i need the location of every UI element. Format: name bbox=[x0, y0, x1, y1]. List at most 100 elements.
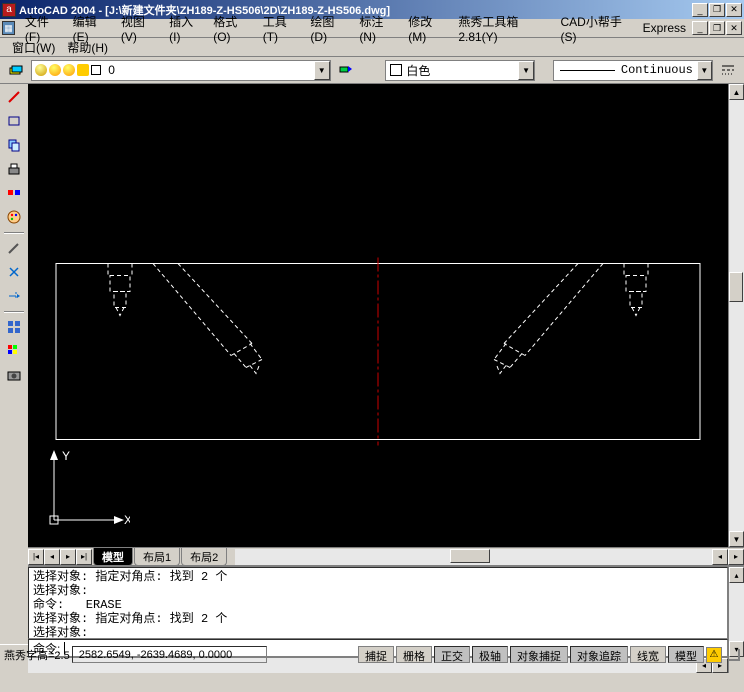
status-osnap-toggle[interactable]: 对象捕捉 bbox=[510, 646, 568, 663]
color-dropdown-btn[interactable]: ▼ bbox=[518, 61, 534, 80]
app-icon: a bbox=[2, 3, 16, 17]
document-window-buttons: _ ❐ ✕ bbox=[692, 21, 744, 35]
status-tray-icon[interactable]: ⚠ bbox=[706, 647, 722, 663]
status-otrack-toggle[interactable]: 对象追踪 bbox=[570, 646, 628, 663]
menu-view[interactable]: 视图(V) bbox=[115, 12, 163, 45]
tab-layout1[interactable]: 布局1 bbox=[134, 548, 180, 566]
status-coords[interactable]: 2582.6549, -2639.4689, 0.0000 bbox=[72, 646, 267, 663]
cmd-scroll-up[interactable]: ▴ bbox=[729, 567, 744, 583]
linetype-dropdown-btn[interactable]: ▼ bbox=[697, 61, 712, 80]
doc-minimize-button[interactable]: _ bbox=[692, 21, 708, 35]
maximize-button[interactable]: ❐ bbox=[709, 3, 725, 17]
layers-icon bbox=[8, 62, 24, 78]
layer-lock-icon bbox=[77, 64, 89, 76]
layout-tabs-row: |◂ ◂ ▸ ▸| 模型 布局1 布局2 ◂ ▸ bbox=[28, 547, 744, 565]
menu-insert[interactable]: 插入(I) bbox=[163, 12, 207, 45]
hscroll-left-button[interactable]: ◂ bbox=[712, 549, 728, 565]
menu-modify[interactable]: 修改(M) bbox=[402, 12, 452, 45]
tab-first-button[interactable]: |◂ bbox=[28, 549, 44, 565]
tab-next-button[interactable]: ▸ bbox=[60, 549, 76, 565]
status-grid-toggle[interactable]: 栅格 bbox=[396, 646, 432, 663]
colors-icon bbox=[6, 343, 22, 359]
tool-match-button[interactable] bbox=[3, 182, 25, 204]
tool-snapshot-button[interactable] bbox=[3, 364, 25, 386]
trim-icon bbox=[6, 264, 22, 280]
linetype-combo[interactable]: Continuous ▼ bbox=[553, 60, 713, 81]
status-lwt-toggle[interactable]: 线宽 bbox=[630, 646, 666, 663]
pencil-icon bbox=[6, 240, 22, 256]
layer-vpfreeze-icon bbox=[63, 64, 75, 76]
linetype-icon bbox=[720, 62, 736, 78]
tool-draw1-button[interactable] bbox=[3, 237, 25, 259]
tool-rectangle-button[interactable] bbox=[3, 110, 25, 132]
h-scroll-track[interactable] bbox=[235, 549, 712, 565]
layer-combo[interactable]: 0 ▼ bbox=[31, 60, 331, 81]
tab-last-button[interactable]: ▸| bbox=[76, 549, 92, 565]
menu-draw[interactable]: 绘图(D) bbox=[304, 12, 353, 45]
resize-grip[interactable] bbox=[728, 649, 740, 661]
tool-copy-button[interactable] bbox=[3, 134, 25, 156]
line-icon bbox=[6, 89, 22, 105]
close-button[interactable]: ✕ bbox=[726, 3, 742, 17]
scroll-thumb[interactable] bbox=[729, 272, 743, 302]
tool-grid-button[interactable] bbox=[3, 316, 25, 338]
cad-drawing bbox=[28, 84, 728, 547]
menu-format[interactable]: 格式(O) bbox=[207, 12, 257, 45]
menu-bar: ▦ 文件(F) 编辑(E) 视图(V) 插入(I) 格式(O) 工具(T) 绘图… bbox=[0, 19, 744, 38]
status-ortho-toggle[interactable]: 正交 bbox=[434, 646, 470, 663]
layer-previous-button[interactable] bbox=[335, 59, 358, 81]
status-snap-toggle[interactable]: 捕捉 bbox=[358, 646, 394, 663]
match-icon bbox=[6, 185, 22, 201]
print-icon bbox=[6, 161, 22, 177]
doc-close-button[interactable]: ✕ bbox=[726, 21, 742, 35]
camera-icon bbox=[6, 367, 22, 383]
tool-extend-button[interactable] bbox=[3, 285, 25, 307]
layer-manager-button[interactable] bbox=[4, 59, 27, 81]
layer-prev-icon bbox=[338, 62, 354, 78]
layer-name: 0 bbox=[104, 63, 314, 77]
menu-express[interactable]: Express bbox=[637, 20, 692, 36]
color-swatch bbox=[390, 64, 402, 76]
status-polar-toggle[interactable]: 极轴 bbox=[472, 646, 508, 663]
tool-line-button[interactable] bbox=[3, 86, 25, 108]
status-model-toggle[interactable]: 模型 bbox=[668, 646, 704, 663]
color-combo[interactable]: 白色 ▼ bbox=[385, 60, 535, 81]
menu-dimension[interactable]: 标注(N) bbox=[353, 12, 402, 45]
scroll-up-button[interactable]: ▲ bbox=[729, 84, 744, 100]
drawing-area[interactable]: Y X bbox=[28, 84, 728, 547]
layer-on-icon bbox=[35, 64, 47, 76]
linetype-manager-button[interactable] bbox=[717, 59, 740, 81]
tool-print-button[interactable] bbox=[3, 158, 25, 180]
grid-icon bbox=[6, 319, 22, 335]
tool-colors-button[interactable] bbox=[3, 340, 25, 362]
tab-prev-button[interactable]: ◂ bbox=[44, 549, 60, 565]
minimize-button[interactable]: _ bbox=[692, 3, 708, 17]
tool-trim-button[interactable] bbox=[3, 261, 25, 283]
window-buttons: _ ❐ ✕ bbox=[692, 3, 742, 17]
menu-window[interactable]: 窗口(W) bbox=[6, 38, 61, 57]
menu-yanxiu[interactable]: 燕秀工具箱2.81(Y) bbox=[452, 12, 554, 45]
menu-tools[interactable]: 工具(T) bbox=[257, 12, 305, 45]
linetype-name: Continuous bbox=[621, 63, 697, 77]
h-scroll-thumb[interactable] bbox=[450, 549, 490, 563]
tool-palette-button[interactable] bbox=[3, 206, 25, 228]
hscroll-right-button[interactable]: ▸ bbox=[728, 549, 744, 565]
document-icon[interactable]: ▦ bbox=[2, 21, 15, 35]
linetype-preview bbox=[560, 70, 615, 71]
copy-icon bbox=[6, 137, 22, 153]
vertical-scrollbar[interactable]: ▲ ▼ bbox=[728, 84, 744, 547]
left-toolbar bbox=[0, 84, 28, 644]
properties-toolbar: 0 ▼ 白色 ▼ Continuous ▼ bbox=[0, 57, 744, 84]
scroll-track[interactable] bbox=[729, 100, 744, 531]
tab-layout2[interactable]: 布局2 bbox=[181, 548, 227, 566]
layer-dropdown-btn[interactable]: ▼ bbox=[314, 61, 330, 80]
doc-restore-button[interactable]: ❐ bbox=[709, 21, 725, 35]
menu-help[interactable]: 帮助(H) bbox=[61, 38, 114, 57]
layer-freeze-icon bbox=[49, 64, 61, 76]
scroll-down-button[interactable]: ▼ bbox=[729, 531, 744, 547]
rectangle-icon bbox=[6, 113, 22, 129]
tab-model[interactable]: 模型 bbox=[93, 548, 133, 566]
menu-cadhelper[interactable]: CAD小帮手(S) bbox=[554, 12, 636, 45]
status-bar: 燕秀字高=2.5 2582.6549, -2639.4689, 0.0000 捕… bbox=[0, 644, 744, 664]
command-history[interactable]: 选择对象: 指定对角点: 找到 2 个 选择对象: 命令: ERASE 选择对象… bbox=[28, 567, 728, 639]
